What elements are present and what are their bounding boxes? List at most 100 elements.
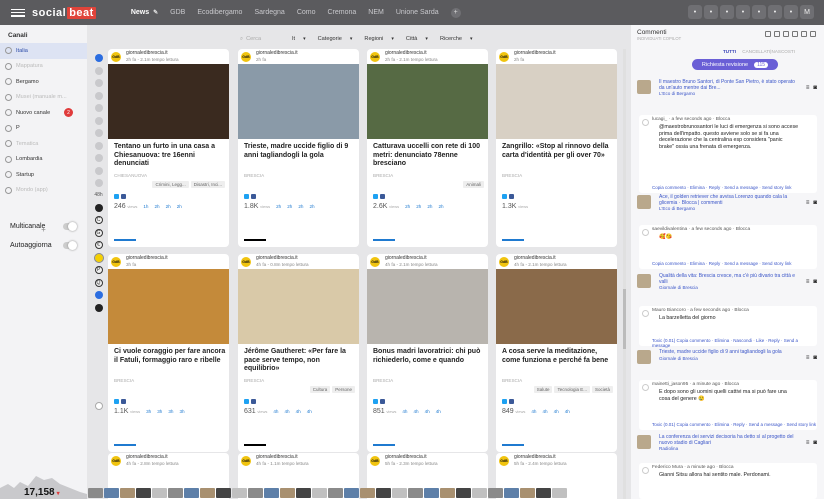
thumbnail[interactable] — [264, 488, 279, 498]
twitter-icon[interactable] — [373, 398, 378, 404]
instagram-icon[interactable]: ◙ — [813, 279, 817, 285]
thumbnail[interactable] — [392, 488, 407, 498]
card-tag[interactable]: Salute — [533, 386, 553, 393]
list-icon[interactable]: ≡ — [806, 440, 810, 446]
list-icon[interactable]: ≡ — [806, 279, 810, 285]
comment-item[interactable]: mainetti_jason95 · a minute ago · Blocca… — [639, 380, 817, 430]
instagram-icon[interactable]: ◙ — [813, 200, 817, 206]
tab-como[interactable]: Como — [291, 0, 322, 25]
google-source-icon[interactable]: G — [94, 228, 103, 237]
card-image[interactable] — [496, 269, 617, 344]
card-tag[interactable]: Persone — [332, 386, 355, 393]
clock-icon[interactable] — [94, 54, 103, 62]
share-icon[interactable] — [94, 104, 103, 112]
list-icon[interactable]: ≡ — [806, 355, 810, 361]
twitter-icon[interactable] — [244, 193, 249, 199]
comment-actions[interactable]: Copia commento · Elimina · Reply · Send … — [652, 261, 792, 266]
card-title[interactable]: Zangrillo: «Stop al rinnovo della carta … — [496, 139, 617, 173]
comment-actions[interactable]: Toxic (0.01) Copia commento · Elimina · … — [652, 338, 817, 348]
thumbnail[interactable] — [520, 488, 535, 498]
comment-item[interactable]: Federico Mura · a minute ago · Blocca Gia… — [639, 463, 817, 499]
twitter-icon[interactable] — [244, 398, 249, 404]
facebook-icon[interactable] — [509, 193, 514, 199]
channel-item[interactable]: Nuovo canale 2 — [0, 105, 87, 121]
thumbnail[interactable] — [536, 488, 551, 498]
thumbnail[interactable] — [152, 488, 167, 498]
instagram-icon[interactable]: ◙ — [813, 440, 817, 446]
news-card[interactable]: GdB giornaledibrescia.it 2h fa - 2.1m temp… — [108, 49, 229, 247]
twitter-icon[interactable] — [373, 193, 378, 199]
heart-icon[interactable] — [94, 79, 103, 87]
expand-icon[interactable] — [94, 401, 103, 410]
autoaggiorna-row[interactable]: Autoaggiorna — [10, 241, 77, 250]
time-range-label[interactable]: 48h — [91, 192, 106, 198]
facebook-icon[interactable] — [121, 398, 126, 404]
thumbnail[interactable] — [248, 488, 263, 498]
settings-icon[interactable] — [774, 31, 780, 37]
channel-item[interactable]: Lombardia — [0, 152, 87, 168]
tab-unione-sarda[interactable]: Unione Sarda — [390, 0, 445, 25]
instagram-icon[interactable]: ◙ — [813, 355, 817, 361]
card-title[interactable]: Catturava uccelli con rete di 100 metri:… — [367, 139, 488, 173]
tab-all[interactable]: TUTTI — [723, 49, 736, 54]
card-tag[interactable]: Tecnologia E... — [554, 386, 590, 393]
thumbnail[interactable] — [424, 488, 439, 498]
categorie-filter[interactable]: Categorie ▾ — [318, 36, 353, 42]
gdb-source-icon[interactable] — [93, 252, 104, 263]
thumbnail[interactable] — [88, 488, 103, 498]
eye-icon[interactable] — [94, 129, 103, 137]
channel-item[interactable]: Bergamo — [0, 74, 87, 90]
post-title[interactable]: Qualità della vita: Brescia cresce, ma c… — [659, 273, 799, 285]
thumbnail[interactable] — [504, 488, 519, 498]
twitter-icon[interactable] — [502, 398, 507, 404]
facebook-icon[interactable] — [251, 193, 256, 199]
language-filter[interactable]: It ▾ — [292, 36, 306, 42]
post-item[interactable]: La conferenza dei servizi decisoria ha d… — [635, 434, 821, 461]
card-image[interactable] — [496, 64, 617, 139]
refresh-icon[interactable] — [94, 141, 103, 150]
card-image[interactable] — [367, 64, 488, 139]
thumbnail[interactable] — [312, 488, 327, 498]
card-title[interactable]: Jérôme Gautheret: «Per fare la pace serv… — [238, 344, 359, 378]
shield-source-icon[interactable] — [94, 291, 103, 299]
card-title[interactable]: Trieste, madre uccide figlio di 9 anni t… — [238, 139, 359, 173]
tiktok-source-icon[interactable] — [94, 203, 103, 212]
post-item[interactable]: Trieste, madre uccide figlio di 9 anni t… — [635, 349, 821, 376]
thumbnail[interactable] — [120, 488, 135, 498]
comment-author[interactable]: Federico Mura · a minute ago · Blocca — [652, 465, 734, 470]
search-input[interactable]: ⌕ Cerca — [240, 36, 280, 43]
thumbnail[interactable] — [104, 488, 119, 498]
facebook-icon[interactable] — [509, 398, 514, 404]
thumbnail[interactable] — [168, 488, 183, 498]
channel-item[interactable]: P — [0, 121, 87, 137]
newspaper-source-icon[interactable] — [94, 303, 103, 312]
mail-icon[interactable]: • — [720, 5, 734, 19]
thumbnail[interactable] — [200, 488, 215, 498]
card-tag[interactable]: Cultura — [309, 386, 331, 393]
tab-cremona[interactable]: Cremona — [322, 0, 363, 25]
thumbnail[interactable] — [328, 488, 343, 498]
facebook-icon[interactable] — [380, 398, 385, 404]
card-tag[interactable]: Società — [591, 386, 613, 393]
source-p-icon[interactable]: P — [94, 266, 103, 274]
list-icon[interactable]: ≡ — [806, 85, 810, 91]
post-item[interactable]: Il maestro Bruno Santori, di Ponte San P… — [635, 79, 821, 106]
comment-author[interactable]: saevildivalentina · a few seconds ago · … — [652, 227, 750, 232]
envelope-icon[interactable] — [765, 31, 771, 37]
pin-icon[interactable] — [94, 179, 103, 187]
card-tag[interactable]: Disastri, Inci... — [190, 181, 225, 188]
channel-item[interactable]: Musei (manuale m... — [0, 90, 87, 106]
thumbnail[interactable] — [232, 488, 247, 498]
hamburger-menu-icon[interactable] — [11, 7, 25, 19]
post-title[interactable]: Trieste, madre uccide figlio di 9 anni t… — [659, 349, 799, 356]
citta-filter[interactable]: Città ▾ — [406, 36, 428, 42]
tab-nem[interactable]: NEM — [362, 0, 390, 25]
twitter-icon[interactable] — [114, 193, 119, 199]
thumbnail[interactable] — [408, 488, 423, 498]
card-image[interactable] — [108, 64, 229, 139]
multicanale-toggle[interactable] — [63, 222, 77, 231]
columns-icon[interactable] — [783, 31, 789, 37]
trash-icon[interactable] — [94, 91, 103, 100]
post-item[interactable]: Qualità della vita: Brescia cresce, ma c… — [635, 273, 821, 300]
post-title[interactable]: Il maestro Bruno Santori, di Ponte San P… — [659, 79, 799, 91]
